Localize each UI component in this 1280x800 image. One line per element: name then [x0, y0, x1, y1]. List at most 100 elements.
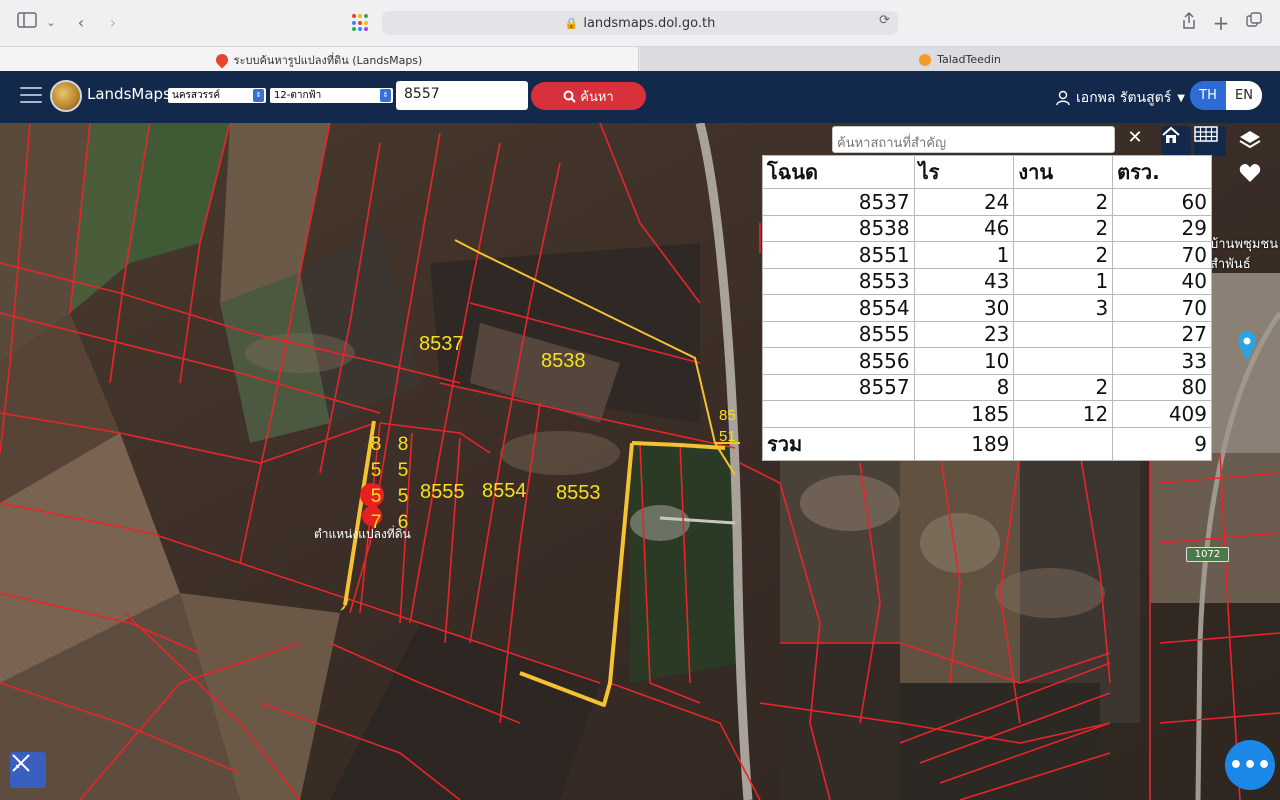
table-cell: [1013, 426, 1114, 461]
url-text: landsmaps.dol.go.th: [583, 15, 716, 31]
tab-strip: ระบบค้นหารูปแปลงที่ดิน (LandsMaps) Talad…: [0, 46, 1280, 72]
search-label: ค้นหา: [580, 89, 614, 105]
parcel-label-8557-digit: 8: [370, 434, 382, 455]
ruler-pencil-icon: [12, 754, 30, 772]
select-arrows-icon: ⇕: [253, 89, 264, 102]
province-select[interactable]: นครสวรรค์ ⇕: [168, 88, 266, 103]
table-cell: 27: [1112, 320, 1212, 348]
close-icon[interactable]: ✕: [1126, 127, 1144, 149]
layers-icon[interactable]: [1237, 127, 1263, 153]
table-cell: 40: [1112, 267, 1212, 295]
table-cell: 8556: [762, 347, 915, 375]
lang-th-button[interactable]: TH: [1190, 81, 1226, 110]
table-row: 8556 10 33: [762, 347, 1212, 375]
table-row: 8551 1 2 70: [762, 241, 1212, 269]
search-icon: [563, 90, 576, 103]
grid-button[interactable]: [1194, 126, 1226, 156]
table-cell: [762, 400, 915, 428]
table-cell: 33: [1112, 347, 1212, 375]
parcel-label-8537: 8537: [419, 333, 464, 355]
table-cell: 185: [913, 400, 1015, 428]
table-cell: 2: [1013, 241, 1114, 269]
table-cell: 24: [913, 188, 1015, 216]
table-cell: 29: [1112, 214, 1212, 242]
new-tab-icon[interactable]: +: [1210, 12, 1232, 34]
place-search-input[interactable]: ค้นหาสถานที่สำคัญ: [832, 126, 1115, 153]
table-cell: 8: [913, 373, 1015, 401]
province-value: นครสวรรค์: [172, 90, 221, 101]
table-row: 8538 46 2 29: [762, 214, 1212, 242]
map-canvas[interactable]: 8537 8538 8555 8554 8553 85 51 8 5 5 7 8…: [0, 123, 1280, 800]
user-menu[interactable]: เอกพล รัตนสูตร์ ▼: [1056, 87, 1185, 109]
parcel-label-8553: 8553: [556, 482, 601, 504]
lang-en-button[interactable]: EN: [1226, 81, 1262, 110]
chevron-down-icon[interactable]: ⌄: [40, 12, 62, 34]
table-cell: 2: [1013, 214, 1114, 242]
table-cell: 8555: [762, 320, 915, 348]
parcel-label-8556-digit: 5: [397, 486, 409, 507]
back-icon[interactable]: ‹: [70, 12, 92, 34]
grid-icon: [1194, 126, 1218, 142]
table-row: 8555 23 27: [762, 320, 1212, 348]
table-cell: 80: [1112, 373, 1212, 401]
total-label: รวม: [762, 426, 915, 461]
map-pin-icon: [213, 51, 231, 68]
table-cell: 8557: [762, 373, 915, 401]
address-bar[interactable]: 🔒 landsmaps.dol.go.th ⟳: [382, 11, 898, 35]
road-number-badge: 1072: [1186, 547, 1229, 562]
parcel-label-8551-bottom: 51: [719, 428, 736, 445]
tab-title: ระบบค้นหารูปแปลงที่ดิน (LandsMaps): [233, 53, 423, 67]
table-cell: 8538: [762, 214, 915, 242]
search-button[interactable]: ค้นหา: [531, 82, 646, 110]
table-cell: 189: [913, 426, 1015, 461]
table-cell: 409: [1112, 400, 1212, 428]
table-row: 8554 30 3 70: [762, 294, 1212, 322]
tab-taladteedin[interactable]: TaladTeedin: [640, 47, 1280, 72]
more-options-button[interactable]: •••: [1225, 740, 1275, 790]
parcel-label-8551-top: 85: [719, 407, 736, 424]
user-name: เอกพล รัตนสูตร์: [1076, 90, 1172, 106]
share-icon[interactable]: [1178, 11, 1200, 34]
translate-reload-icon[interactable]: ⟳: [879, 13, 890, 28]
table-cell: 70: [1112, 241, 1212, 269]
district-select[interactable]: 12-ตากฟ้า ⇕: [270, 88, 393, 103]
table-row-subtotal: 185 12 409: [762, 400, 1212, 428]
parcel-label-8556-digit: 5: [397, 460, 409, 481]
parcel-label-8538: 8538: [541, 350, 586, 372]
table-row-total: รวม 189 9: [762, 426, 1212, 461]
table-row: 8557 8 2 80: [762, 373, 1212, 401]
table-cell: 8554: [762, 294, 915, 322]
apps-grid-icon[interactable]: [352, 14, 370, 32]
measure-tool-button[interactable]: [10, 752, 46, 788]
table-cell: 70: [1112, 294, 1212, 322]
column-header: ไร: [913, 155, 1015, 189]
poi-label: บ้านพชุมชน สำพันธ์: [1210, 235, 1278, 275]
table-cell: 46: [913, 214, 1015, 242]
tab-landsmaps[interactable]: ระบบค้นหารูปแปลงที่ดิน (LandsMaps): [0, 47, 639, 72]
table-cell: 1: [1013, 267, 1114, 295]
table-cell: 23: [913, 320, 1015, 348]
table-cell: 1: [913, 241, 1015, 269]
heart-icon[interactable]: [1239, 163, 1261, 185]
home-button[interactable]: [1161, 126, 1191, 156]
sidebar-toggle-icon[interactable]: [16, 12, 38, 34]
table-cell: 12: [1013, 400, 1114, 428]
table-cell: 2: [1013, 188, 1114, 216]
menu-icon[interactable]: [20, 87, 42, 105]
tab-overview-icon[interactable]: [1243, 12, 1265, 34]
forward-icon[interactable]: ›: [102, 12, 124, 34]
table-cell: 2: [1013, 373, 1114, 401]
parcel-number-input[interactable]: 8557: [396, 81, 528, 110]
table-cell: [1013, 347, 1114, 375]
home-icon: [1162, 126, 1180, 143]
table-cell: 30: [913, 294, 1015, 322]
browser-toolbar: ⌄ ‹ › 🔒 landsmaps.dol.go.th ⟳ +: [0, 0, 1280, 46]
site-favicon-icon: [919, 53, 932, 66]
column-header: งาน: [1013, 155, 1114, 189]
parcel-label-8556-digit: 8: [397, 434, 409, 455]
table-cell: 8553: [762, 267, 915, 295]
app-title: LandsMaps: [87, 85, 171, 103]
column-header: ตรว.: [1112, 155, 1212, 189]
column-header: โฉนด: [762, 155, 915, 189]
lock-icon: 🔒: [564, 16, 579, 30]
